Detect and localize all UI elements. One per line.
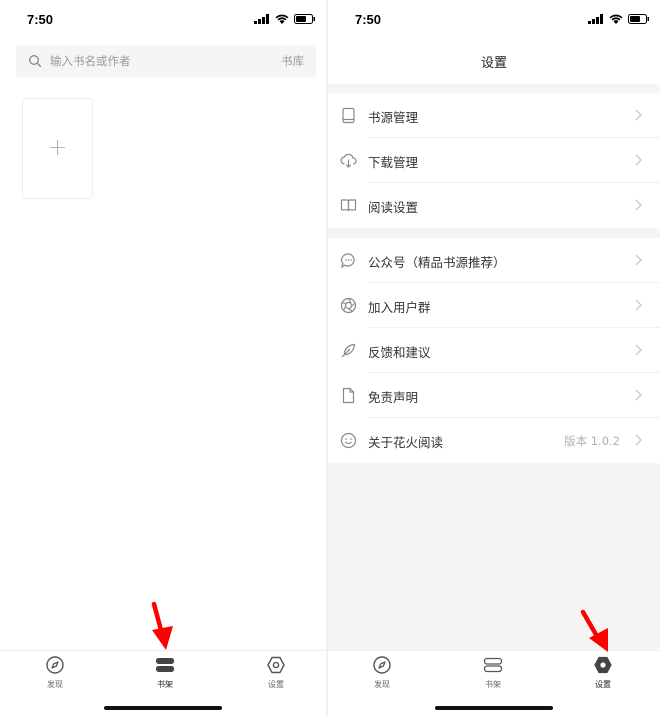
settings-row-label: 反馈和建议 xyxy=(368,345,431,360)
settings-row-label: 书源管理 xyxy=(368,110,419,125)
page-title: 设置 xyxy=(480,56,507,71)
book-icon xyxy=(342,107,355,124)
wifi-icon xyxy=(609,14,623,24)
red-arrow-annotation xyxy=(580,609,608,652)
settings-row-label: 免责声明 xyxy=(368,390,419,405)
chevron-right-icon xyxy=(635,389,642,401)
plus-icon: + xyxy=(47,133,68,161)
status-icons xyxy=(588,14,650,24)
compass-icon xyxy=(373,656,391,674)
red-arrow-annotation xyxy=(151,601,173,650)
hexagon-settings-icon xyxy=(594,656,612,674)
open-book-icon xyxy=(340,199,357,212)
settings-body: 书源管理 下载管理 阅读设置 公众号（精品书源推荐） 加入用户群 反馈和建议 免… xyxy=(328,84,660,650)
tab-bar: 发现 书架 设置 xyxy=(0,650,326,717)
signal-icon xyxy=(254,14,269,24)
tab-bookshelf[interactable]: 书架 xyxy=(463,655,523,693)
status-icons xyxy=(254,14,316,24)
document-icon xyxy=(342,387,355,404)
status-time: 7:50 xyxy=(27,12,54,27)
settings-group-about: 公众号（精品书源推荐） 加入用户群 反馈和建议 免责声明 关于花火阅读 版本 1… xyxy=(328,238,660,463)
feather-icon xyxy=(341,343,356,358)
add-book-button[interactable]: + xyxy=(22,98,93,199)
wifi-icon xyxy=(275,14,289,24)
tab-discover-label: 发现 xyxy=(47,680,63,689)
chevron-right-icon xyxy=(635,344,642,356)
settings-row-download-management[interactable]: 下载管理 xyxy=(340,138,660,183)
settings-row-label: 阅读设置 xyxy=(368,200,419,215)
settings-row-label: 加入用户群 xyxy=(368,300,431,315)
settings-row-about[interactable]: 关于花火阅读 版本 1.0.2 xyxy=(340,418,660,463)
status-bar: 7:50 xyxy=(0,0,326,40)
chevron-right-icon xyxy=(635,254,642,266)
battery-icon xyxy=(628,14,649,24)
signal-icon xyxy=(588,14,603,24)
tab-bookshelf-label: 书架 xyxy=(157,680,173,689)
chevron-right-icon xyxy=(635,434,642,446)
settings-row-label: 公众号（精品书源推荐） xyxy=(368,255,506,270)
settings-row-label: 关于花火阅读 xyxy=(368,435,444,450)
settings-row-join-user-group[interactable]: 加入用户群 xyxy=(340,283,660,328)
search-placeholder[interactable]: 输入书名或作者 xyxy=(50,53,131,69)
home-indicator xyxy=(435,706,553,710)
search-bar[interactable]: 输入书名或作者 书库 xyxy=(16,45,316,77)
chevron-right-icon xyxy=(635,154,642,166)
bookshelf-screen: 7:50 输入书名或作者 书库 + 发现 书架 设置 xyxy=(0,0,326,717)
settings-row-reading-settings[interactable]: 阅读设置 xyxy=(340,183,660,228)
settings-row-feedback[interactable]: 反馈和建议 xyxy=(341,328,660,373)
settings-screen: 7:50 设置 书源管理 下载管理 阅读设置 公众号（精品书源推荐） 加入用户群… xyxy=(328,0,660,717)
tab-settings[interactable]: 设置 xyxy=(246,655,306,693)
status-time: 7:50 xyxy=(355,12,382,27)
settings-row-label: 下载管理 xyxy=(368,155,419,170)
tab-discover[interactable]: 发现 xyxy=(352,655,412,693)
library-link[interactable]: 书库 xyxy=(281,53,304,69)
tab-bookshelf[interactable]: 书架 xyxy=(135,655,195,693)
bookshelf-icon xyxy=(483,657,503,673)
chat-bubble-icon xyxy=(340,253,355,269)
settings-row-wechat-account[interactable]: 公众号（精品书源推荐） xyxy=(340,238,660,283)
aperture-icon xyxy=(340,297,357,314)
compass-icon xyxy=(46,656,64,674)
tab-bookshelf-label: 书架 xyxy=(485,680,501,689)
cloud-download-icon xyxy=(340,153,357,168)
tab-discover[interactable]: 发现 xyxy=(25,655,85,693)
hexagon-settings-icon xyxy=(267,656,285,674)
battery-icon xyxy=(294,14,315,24)
chevron-right-icon xyxy=(635,109,642,121)
tab-settings-label: 设置 xyxy=(595,680,611,689)
settings-row-source-management[interactable]: 书源管理 xyxy=(342,93,660,138)
version-text: 版本 1.0.2 xyxy=(564,434,620,448)
tab-discover-label: 发现 xyxy=(374,680,390,689)
chevron-right-icon xyxy=(635,199,642,211)
search-icon xyxy=(29,55,42,68)
smile-icon xyxy=(340,432,357,449)
home-indicator xyxy=(104,706,222,710)
tab-bar: 发现 书架 设置 xyxy=(328,650,660,717)
bookshelf-icon xyxy=(156,658,174,672)
chevron-right-icon xyxy=(635,299,642,311)
settings-group-general: 书源管理 下载管理 阅读设置 xyxy=(328,93,660,228)
tab-settings[interactable]: 设置 xyxy=(573,655,633,693)
status-bar: 7:50 xyxy=(328,0,660,40)
tab-settings-label: 设置 xyxy=(268,680,284,689)
settings-row-disclaimer[interactable]: 免责声明 xyxy=(342,373,660,418)
